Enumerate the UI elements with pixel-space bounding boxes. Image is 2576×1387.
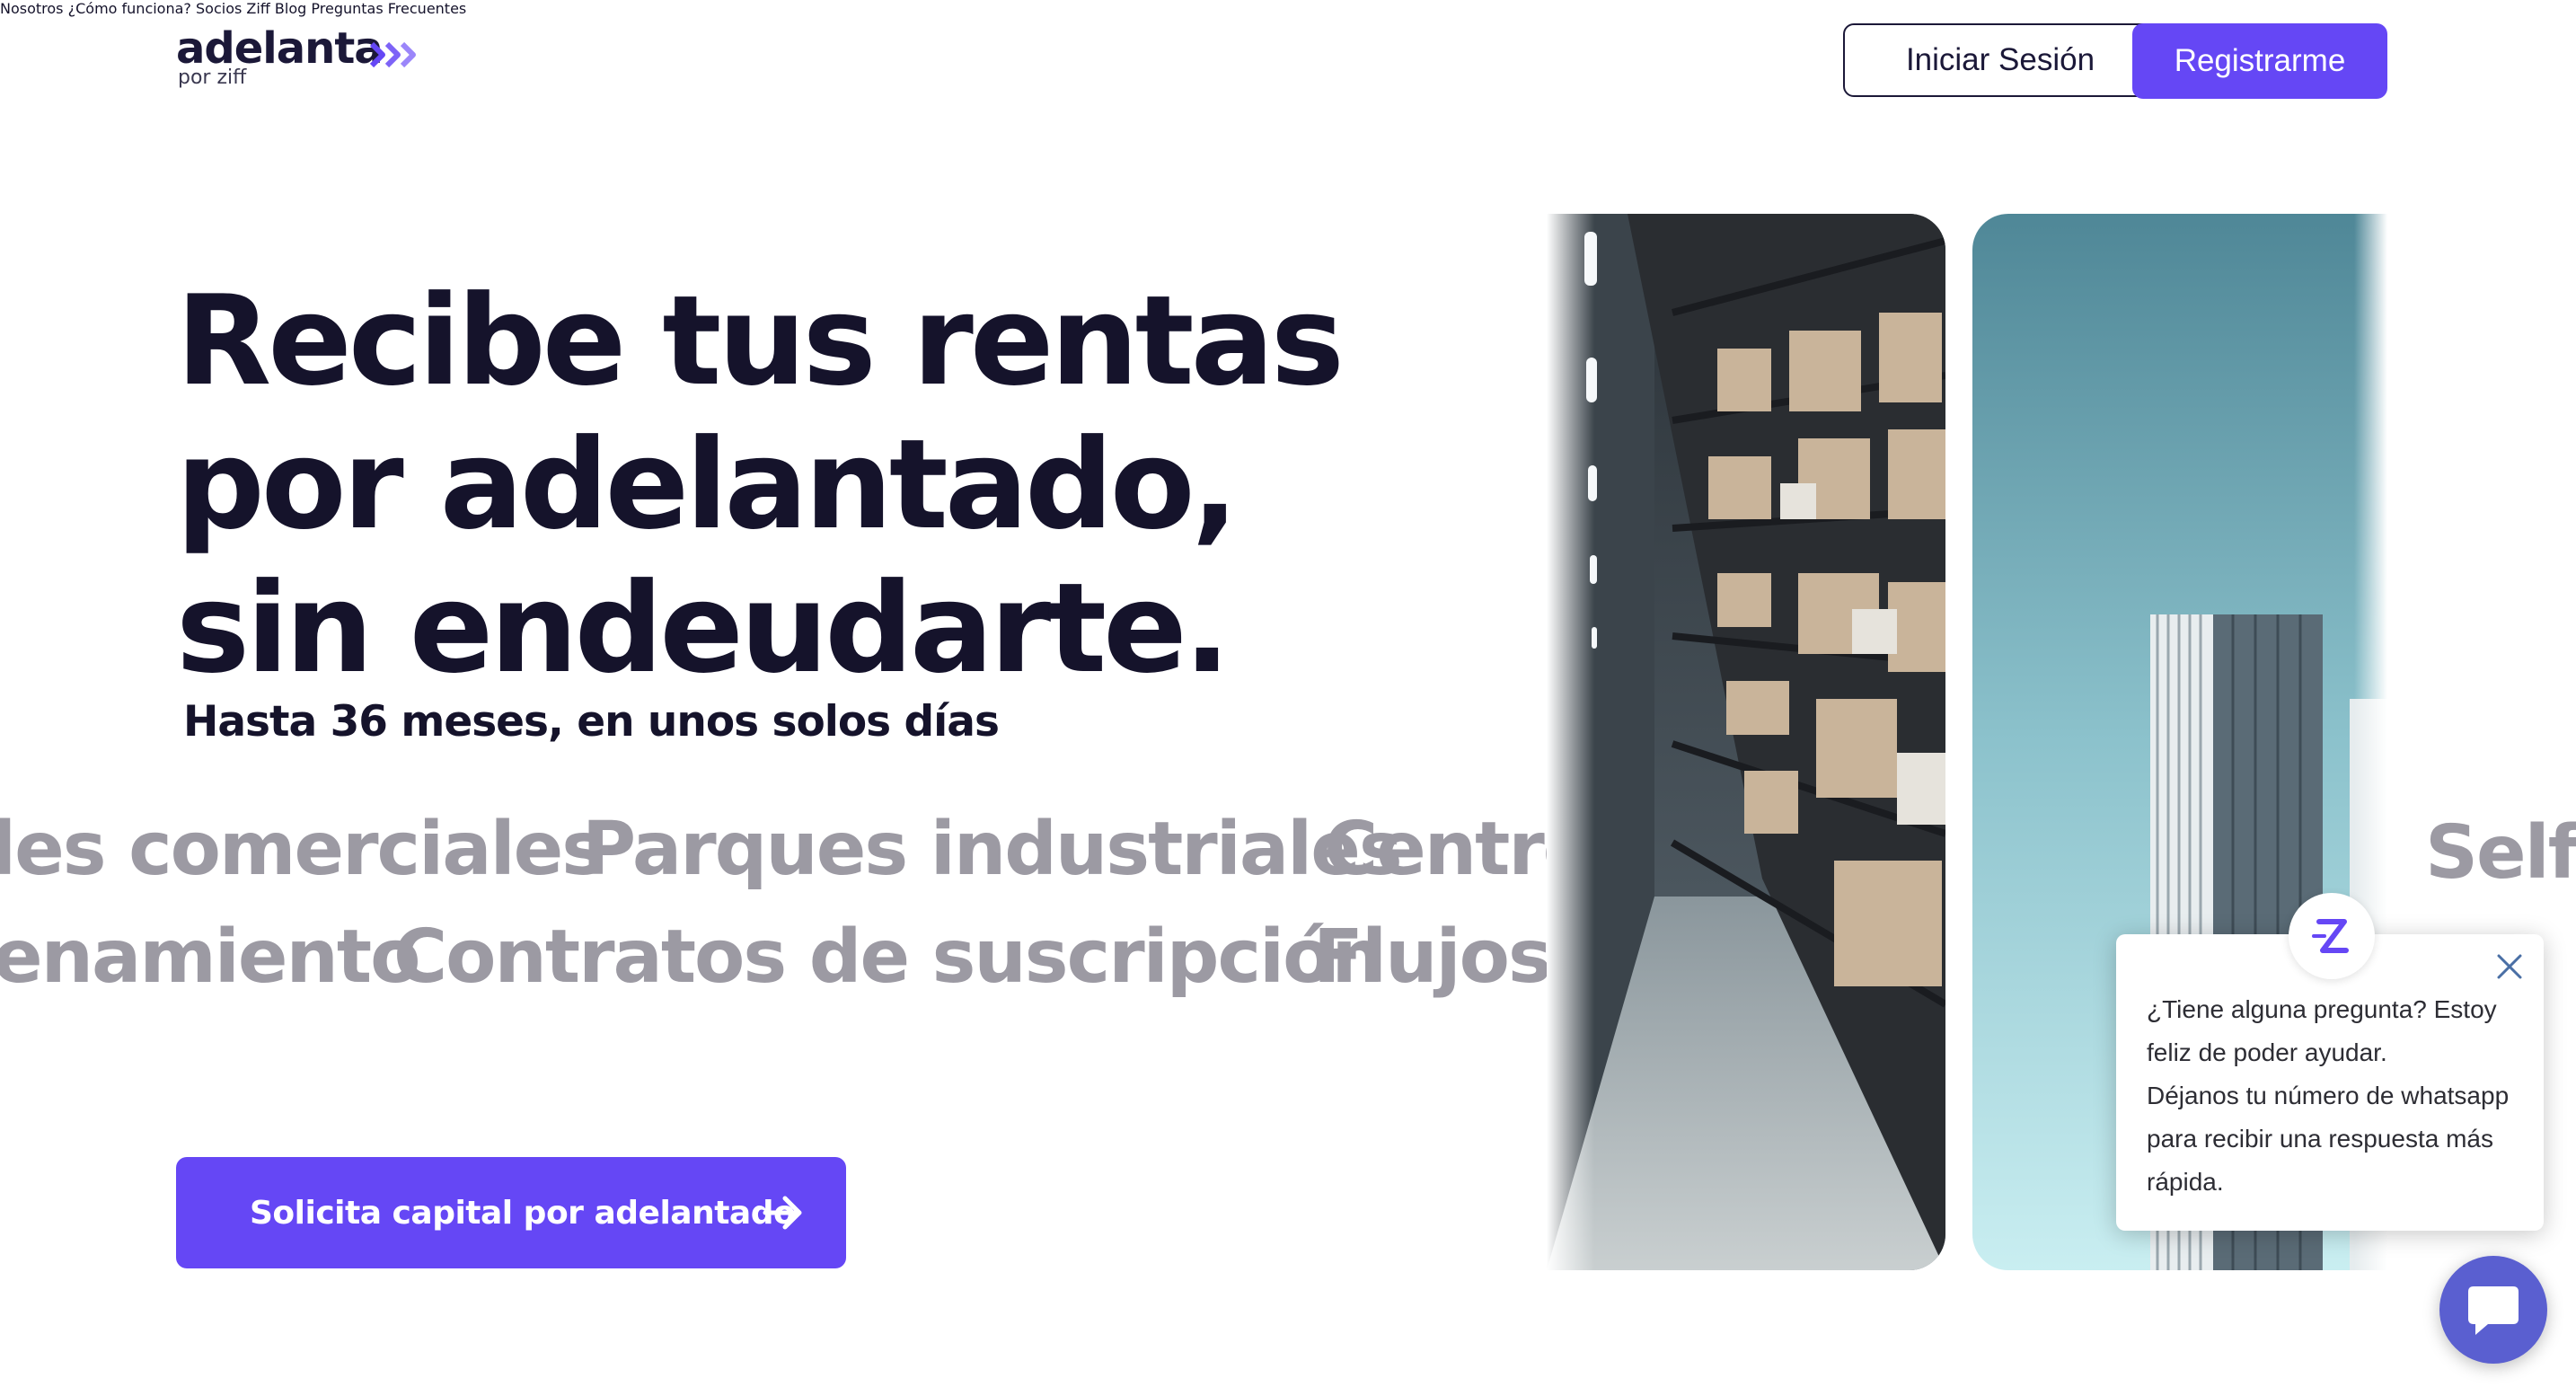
logo[interactable]: adelanta por ziff (176, 23, 416, 89)
ziff-z-logo-icon (2312, 919, 2349, 953)
marquee-item: enamiento (0, 914, 420, 1000)
register-button[interactable]: Registrarme (2132, 23, 2387, 99)
chat-avatar (2289, 893, 2375, 979)
hero-subheading: Hasta 36 meses, en unos solos días (183, 697, 1000, 747)
login-button[interactable]: Iniciar Sesión (1843, 23, 2157, 97)
arrow-right-icon (763, 1196, 802, 1230)
hero-headline: Recibe tus rentas por adelantado, sin en… (176, 269, 1345, 701)
chat-launcher-button[interactable] (2439, 1256, 2547, 1364)
chat-message-line: rápida. (2147, 1168, 2224, 1196)
marquee-item-right: Self (2425, 810, 2576, 896)
chat-message-line: ¿Tiene alguna pregunta? Estoy (2147, 995, 2497, 1023)
chat-bubble-icon (2468, 1286, 2519, 1335)
logo-wordmark: adelanta (176, 23, 384, 74)
chat-message-line: Déjanos tu número de whatsapp (2147, 1082, 2510, 1109)
cta-button[interactable]: Solicita capital por adelantado (176, 1157, 846, 1268)
warehouse-photo (1547, 214, 1945, 1270)
marquee-item: Parques industriales (582, 807, 1403, 892)
nav-item-preguntas-frecuentes[interactable]: Preguntas Frecuentes (311, 0, 466, 17)
logo-chevrons-icon (370, 41, 416, 68)
nav-item-blog[interactable]: Blog (275, 0, 306, 17)
headline-line-3: sin endeudarte. (176, 556, 1231, 701)
headline-line-2: por adelantado, (176, 412, 1239, 557)
close-icon[interactable] (2495, 952, 2524, 981)
chat-message-line: feliz de poder ayudar. (2147, 1038, 2387, 1066)
marquee-item: les comerciales (0, 807, 605, 892)
nav-item-como-funciona[interactable]: ¿Cómo funciona? (68, 0, 191, 17)
chat-message-line: para recibir una respuesta más (2147, 1125, 2493, 1153)
nav-item-socios-ziff[interactable]: Socios Ziff (196, 0, 270, 17)
main-nav: Nosotros ¿Cómo funciona? Socios Ziff Blo… (0, 0, 2576, 17)
headline-line-1: Recibe tus rentas (176, 269, 1345, 413)
nav-item-nosotros[interactable]: Nosotros (0, 0, 64, 17)
warehouse-illustration (1547, 214, 1945, 1270)
cta-label: Solicita capital por adelantado (250, 1194, 796, 1232)
marquee-item: Contratos de suscripción (393, 914, 1384, 1000)
